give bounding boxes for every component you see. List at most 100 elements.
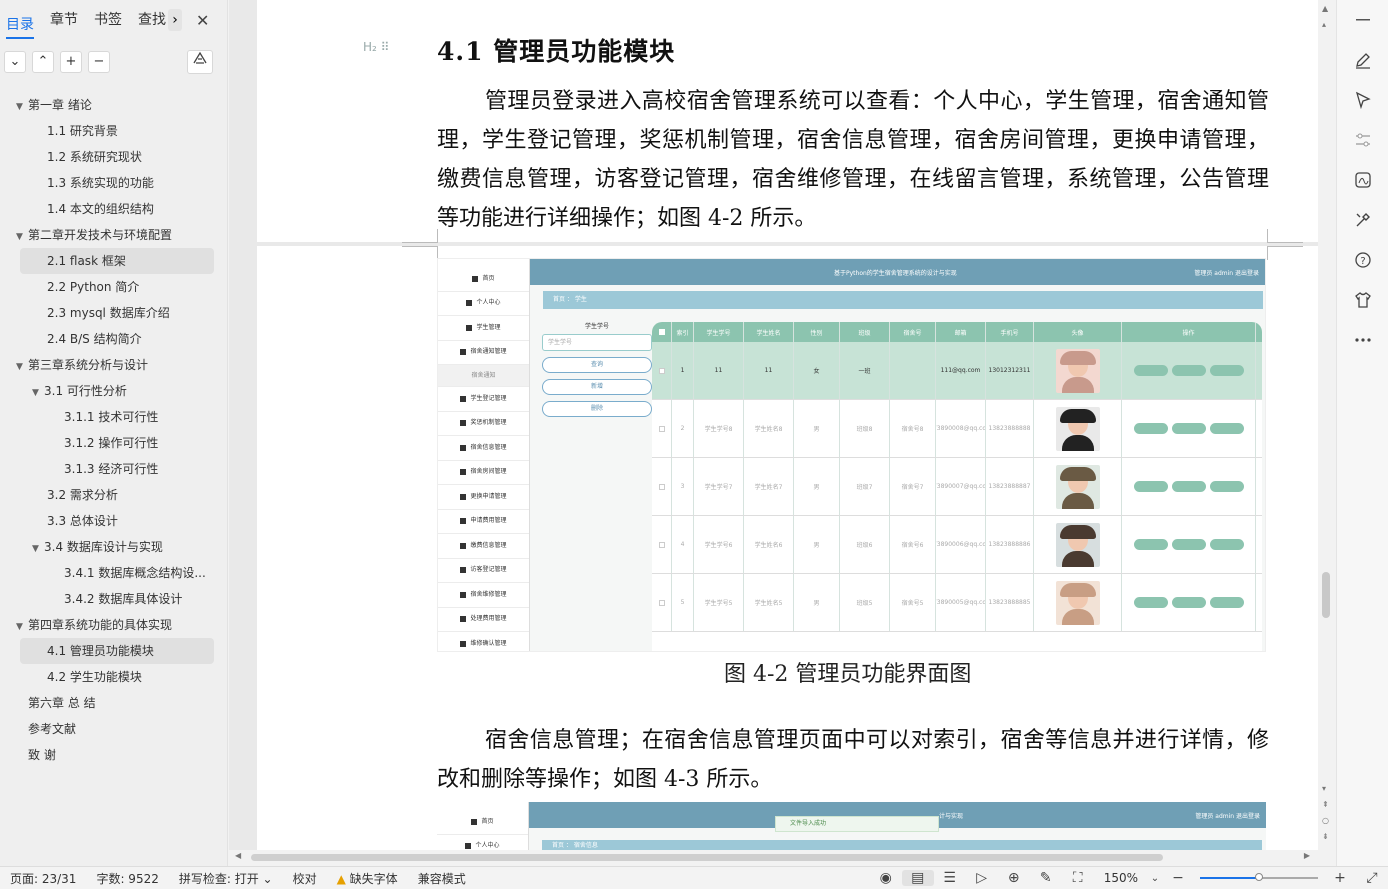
minimize-panel-icon[interactable] (1337, 0, 1388, 40)
vertical-scrollbar[interactable]: ▲ ▴ ▾ ⇞ ○ ⇟ (1318, 0, 1336, 850)
paragraph-dorm-info[interactable]: 宿舍信息管理；在宿舍信息管理页面中可以对索引，宿舍等信息并进行详情，修改和删除等… (437, 721, 1269, 799)
more-icon[interactable] (1337, 320, 1388, 360)
shirt-icon[interactable] (1337, 280, 1388, 320)
more-tabs-icon[interactable]: › (168, 9, 182, 31)
toc-item[interactable]: ▼ 第二章开发技术与环境配置 (0, 222, 227, 248)
tools-icon[interactable] (1337, 200, 1388, 240)
shot-row-actions (1122, 342, 1256, 399)
eye-icon[interactable]: ◉ (870, 870, 902, 886)
shot-menu-item: 学生管理 (438, 316, 529, 341)
toc-item-label: 第六章 总 结 (28, 696, 96, 710)
zoom-slider-knob[interactable] (1255, 873, 1263, 881)
expand-arrow-icon[interactable]: ▼ (32, 380, 44, 404)
toc-item[interactable]: 4.1 管理员功能模块 (20, 638, 214, 664)
page-indicator[interactable]: 页面: 23/31 (0, 870, 86, 887)
toc-item[interactable]: 参考文献 (0, 716, 227, 742)
tab-find[interactable]: 查找 (138, 0, 166, 40)
shot-menu-label: 处理费用管理 (470, 615, 507, 623)
vertical-scroll-thumb[interactable] (1322, 572, 1330, 618)
chevron-down-icon[interactable]: ⌄ (1148, 873, 1162, 884)
fit-page-icon[interactable]: ⛶ (1062, 870, 1094, 886)
horizontal-scrollbar[interactable]: ◀ ▶ (229, 850, 1318, 866)
shot-cell: 宿舍号5 (890, 574, 936, 631)
figure-dorm-ui-image[interactable]: 首页 个人中心 计与实现 管理员 admin 退出登录 文件导入成功 首页 ： … (437, 802, 1266, 850)
tab-bookmarks[interactable]: 书签 (94, 0, 122, 40)
toc-item[interactable]: 第六章 总 结 (0, 690, 227, 716)
toc-item-label: 3.1.2 操作可行性 (64, 436, 159, 450)
toc-item[interactable]: ▼ 3.1 可行性分析 (0, 378, 227, 404)
outline-view-icon[interactable]: ☰ (934, 870, 966, 886)
word-count[interactable]: 字数: 9522 (86, 870, 168, 887)
section-heading[interactable]: 4.1 管理员功能模块 (437, 32, 675, 68)
select-object-icon[interactable]: ○ (1322, 816, 1329, 825)
missing-font-button[interactable]: ▲ 缺失字体 (327, 870, 408, 887)
menu-icon (460, 469, 467, 476)
sign-icon[interactable] (1337, 160, 1388, 200)
proofread-button[interactable]: 校对 (283, 870, 327, 887)
remove-heading-button[interactable]: − (88, 51, 110, 73)
toc-item[interactable]: ▼ 第四章系统功能的具体实现 (0, 612, 227, 638)
toc-item[interactable]: 4.2 学生功能模块 (0, 664, 227, 690)
toc-item[interactable]: 3.4.2 数据库具体设计 (0, 586, 227, 612)
zoom-slider[interactable] (1200, 873, 1318, 881)
expand-arrow-icon[interactable]: ▼ (16, 354, 28, 378)
horizontal-scroll-thumb[interactable] (251, 854, 1163, 861)
scroll-left-icon[interactable]: ◀ (235, 851, 241, 860)
toc-item[interactable]: 2.2 Python 简介 (0, 274, 227, 300)
scroll-up-icon[interactable]: ▲ (1322, 4, 1328, 13)
zoom-in-button[interactable]: + (1324, 870, 1356, 886)
prev-page-icon[interactable]: ⇞ (1322, 800, 1329, 809)
toc-item[interactable]: 3.2 需求分析 (0, 482, 227, 508)
scroll-down-small-icon[interactable]: ▾ (1322, 784, 1326, 793)
toc-item[interactable]: ▼ 第三章系统分析与设计 (0, 352, 227, 378)
expand-all-button[interactable]: ⌃ (32, 51, 54, 73)
scroll-up-small-icon[interactable]: ▴ (1322, 20, 1326, 29)
page-view-icon[interactable]: ▤ (901, 870, 934, 886)
help-icon[interactable]: ? (1337, 240, 1388, 280)
next-page-icon[interactable]: ⇟ (1322, 832, 1329, 841)
expand-arrow-icon[interactable]: ▼ (16, 224, 28, 248)
adjust-icon[interactable] (1337, 120, 1388, 160)
heading-level-marker[interactable]: H₂ ⠿ (363, 40, 389, 54)
svg-text:?: ? (1360, 256, 1365, 267)
toc-item[interactable]: ▼ 第一章 绪论 (0, 92, 227, 118)
select-cursor-icon[interactable] (1337, 80, 1388, 120)
expand-arrow-icon[interactable]: ▼ (16, 94, 28, 118)
paragraph-admin-features[interactable]: 管理员登录进入高校宿舍管理系统可以查看：个人中心，学生管理，宿舍通知管理，学生登… (437, 82, 1269, 238)
toc-item[interactable]: 2.3 mysql 数据库介绍 (0, 300, 227, 326)
tab-chapters[interactable]: 章节 (50, 0, 78, 40)
edit-icon[interactable]: ✎ (1030, 870, 1062, 886)
tab-toc[interactable]: 目录 (6, 5, 34, 39)
toc-item[interactable]: 3.1.1 技术可行性 (0, 404, 227, 430)
toc-item[interactable]: 致 谢 (0, 742, 227, 768)
toc-item[interactable]: 3.3 总体设计 (0, 508, 227, 534)
collapse-all-button[interactable]: ⌄ (4, 51, 26, 73)
close-icon[interactable]: ✕ (196, 11, 209, 30)
figure-caption[interactable]: 图 4-2 管理员功能界面图 (724, 656, 971, 688)
spell-check-toggle[interactable]: 拼写检查: 打开 ⌄ (169, 870, 283, 887)
toc-item[interactable]: 3.1.3 经济可行性 (0, 456, 227, 482)
pen-icon[interactable] (1337, 40, 1388, 80)
toc-item[interactable]: 1.2 系统研究现状 (0, 144, 227, 170)
figure-admin-ui-image[interactable]: 首页 个人中心 学生管理 宿舍通知管理 宿舍通知 学生登记管理 奖惩机制管理 宿舍信息管理 宿舍… (437, 258, 1266, 652)
add-heading-button[interactable]: + (60, 51, 82, 73)
toc-item[interactable]: ▼ 3.4 数据库设计与实现 (0, 534, 227, 560)
fullscreen-icon[interactable]: ⤢ (1356, 870, 1388, 886)
scroll-right-icon[interactable]: ▶ (1304, 851, 1310, 860)
toc-item[interactable]: 1.4 本文的组织结构 (0, 196, 227, 222)
toc-item[interactable]: 1.3 系统实现的功能 (0, 170, 227, 196)
toc-item[interactable]: 1.1 研究背景 (0, 118, 227, 144)
smart-toc-icon[interactable] (187, 50, 213, 74)
toc-item[interactable]: 3.4.1 数据库概念结构设... (0, 560, 227, 586)
web-view-icon[interactable]: ⊕ (998, 870, 1030, 886)
play-icon[interactable]: ▷ (966, 870, 998, 886)
zoom-out-button[interactable]: − (1162, 870, 1194, 886)
shot-menu-label: 缴费信息管理 (470, 541, 507, 549)
toc-item[interactable]: 2.4 B/S 结构简介 (0, 326, 227, 352)
expand-arrow-icon[interactable]: ▼ (16, 614, 28, 638)
expand-arrow-icon[interactable]: ▼ (32, 536, 44, 560)
shot-menu-item: 首页 (438, 267, 529, 292)
toc-item[interactable]: 2.1 flask 框架 (20, 248, 214, 274)
zoom-level-select[interactable]: 150% (1094, 871, 1148, 885)
toc-item[interactable]: 3.1.2 操作可行性 (0, 430, 227, 456)
